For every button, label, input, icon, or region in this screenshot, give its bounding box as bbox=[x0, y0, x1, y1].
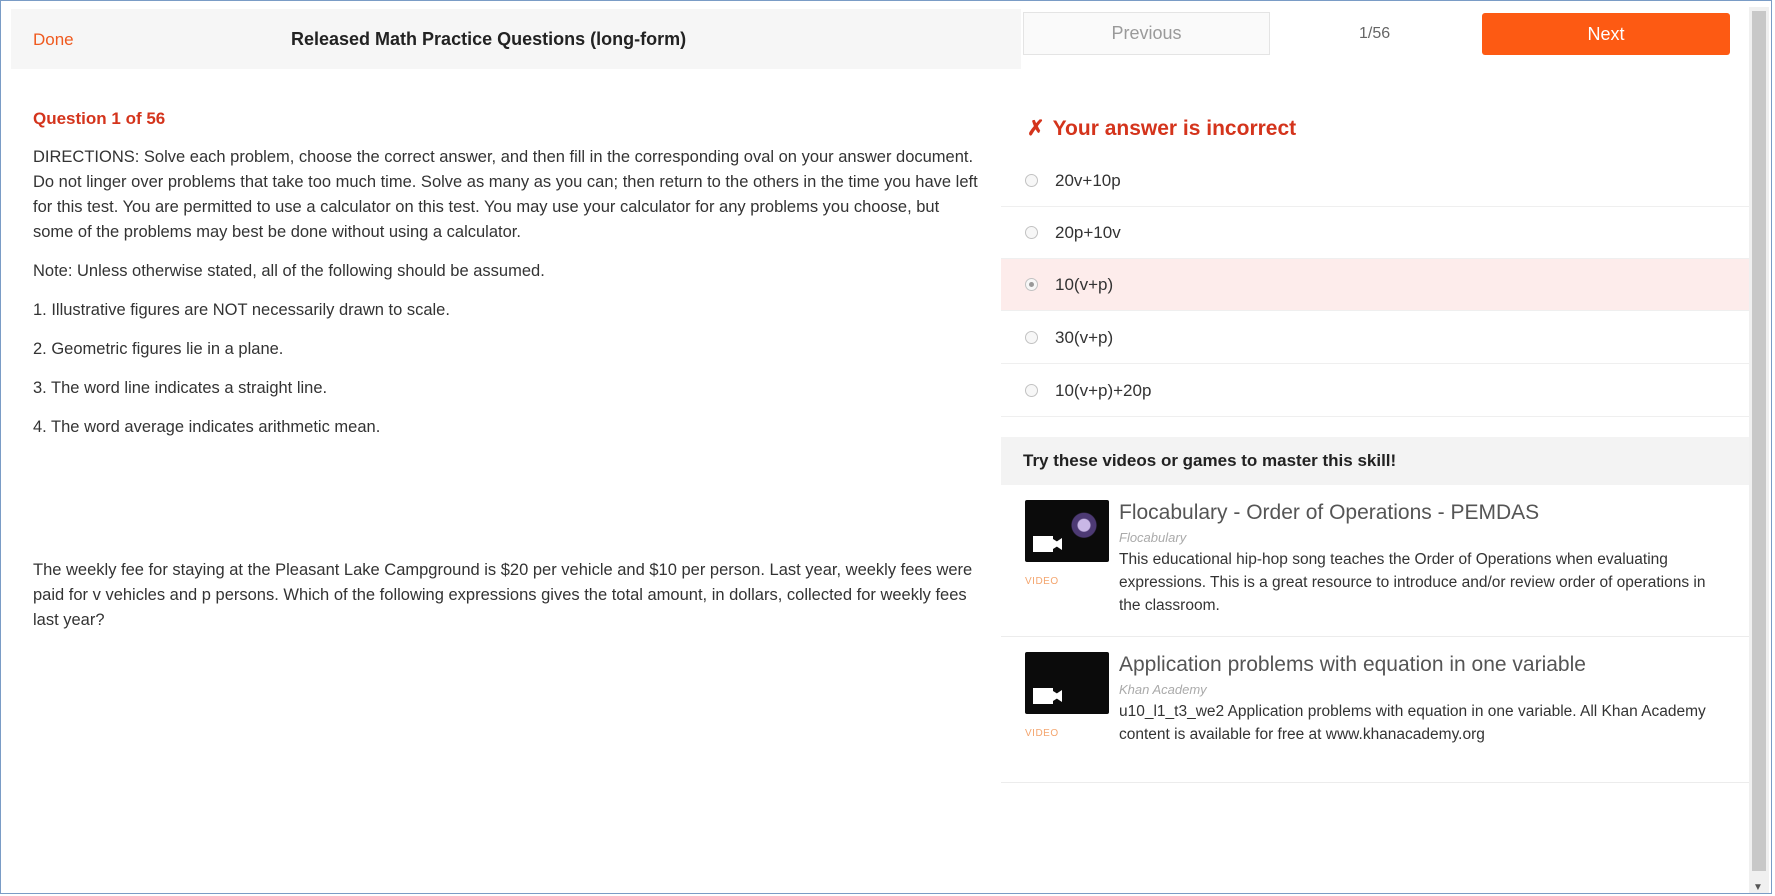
question-label: Question 1 of 56 bbox=[33, 109, 166, 128]
question-text: The weekly fee for staying at the Pleasa… bbox=[33, 561, 973, 629]
option-label: 20p+10v bbox=[1055, 222, 1121, 242]
radio-button[interactable] bbox=[1025, 278, 1038, 291]
vertical-scrollbar[interactable]: ▼ bbox=[1749, 7, 1769, 893]
option-label: 10(v+p) bbox=[1055, 274, 1114, 294]
video-thumbnail[interactable] bbox=[1025, 652, 1109, 714]
radio-button[interactable] bbox=[1025, 384, 1038, 397]
video-camera-icon bbox=[1033, 688, 1053, 704]
radio-button[interactable] bbox=[1025, 174, 1038, 187]
resource-description: This educational hip-hop song teaches th… bbox=[1119, 551, 1706, 614]
skill-heading-text: Try these videos or games to master this… bbox=[1023, 451, 1397, 470]
radio-button[interactable] bbox=[1025, 226, 1038, 239]
assumption-item: 1. Illustrative figures are NOT necessar… bbox=[33, 301, 450, 319]
option-label: 30(v+p) bbox=[1055, 327, 1114, 347]
video-camera-lens-icon bbox=[1053, 690, 1062, 702]
option-label: 10(v+p)+20p bbox=[1055, 380, 1152, 400]
directions-text: DIRECTIONS: Solve each problem, choose t… bbox=[33, 148, 978, 241]
option-label: 20v+10p bbox=[1055, 170, 1121, 190]
answer-option[interactable]: 20v+10p bbox=[1001, 155, 1751, 207]
resource-title-link[interactable]: Flocabulary - Order of Operations - PEMD… bbox=[1119, 501, 1539, 525]
video-camera-lens-icon bbox=[1053, 538, 1062, 550]
question-panel: Question 1 of 56 DIRECTIONS: Solve each … bbox=[33, 109, 981, 454]
scroll-down-arrow-icon[interactable]: ▼ bbox=[1753, 882, 1763, 893]
resource-type-label: VIDEO bbox=[1025, 576, 1059, 587]
answer-option-selected[interactable]: 10(v+p) bbox=[1001, 259, 1751, 311]
resource-item[interactable]: VIDEO Flocabulary - Order of Operations … bbox=[1001, 485, 1751, 637]
page-title: Released Math Practice Questions (long-f… bbox=[291, 29, 687, 49]
done-button[interactable]: Done bbox=[33, 30, 74, 50]
assumption-item: 2. Geometric figures lie in a plane. bbox=[33, 340, 284, 358]
answer-option[interactable]: 10(v+p)+20p bbox=[1001, 365, 1751, 417]
scrollbar-thumb[interactable] bbox=[1752, 11, 1766, 871]
resource-item[interactable]: VIDEO Application problems with equation… bbox=[1001, 637, 1751, 783]
next-button[interactable]: Next bbox=[1482, 13, 1730, 55]
resource-source: Flocabulary bbox=[1119, 530, 1187, 545]
video-thumbnail[interactable] bbox=[1025, 500, 1109, 562]
skill-resources-heading: Try these videos or games to master this… bbox=[1001, 437, 1751, 485]
result-message: ✗ Your answer is incorrect bbox=[1027, 116, 1296, 141]
assumption-item: 4. The word average indicates arithmetic… bbox=[33, 418, 381, 436]
previous-button[interactable]: Previous bbox=[1023, 12, 1270, 55]
resource-source: Khan Academy bbox=[1119, 682, 1207, 697]
thumbnail-art bbox=[1067, 506, 1101, 554]
x-mark-icon: ✗ bbox=[1027, 117, 1045, 140]
note-text: Note: Unless otherwise stated, all of th… bbox=[33, 262, 545, 280]
video-camera-icon bbox=[1033, 536, 1053, 552]
resource-description: u10_l1_t3_we2 Application problems with … bbox=[1119, 703, 1706, 743]
assumption-item: 3. The word line indicates a straight li… bbox=[33, 379, 328, 397]
radio-button[interactable] bbox=[1025, 331, 1038, 344]
result-text: Your answer is incorrect bbox=[1052, 117, 1297, 140]
resource-type-label: VIDEO bbox=[1025, 728, 1059, 739]
answer-option[interactable]: 20p+10v bbox=[1001, 207, 1751, 259]
answer-option[interactable]: 30(v+p) bbox=[1001, 312, 1751, 364]
question-counter: 1/56 bbox=[1359, 25, 1391, 42]
app-window: Done Released Math Practice Questions (l… bbox=[0, 0, 1772, 894]
resource-title-link[interactable]: Application problems with equation in on… bbox=[1119, 653, 1586, 677]
